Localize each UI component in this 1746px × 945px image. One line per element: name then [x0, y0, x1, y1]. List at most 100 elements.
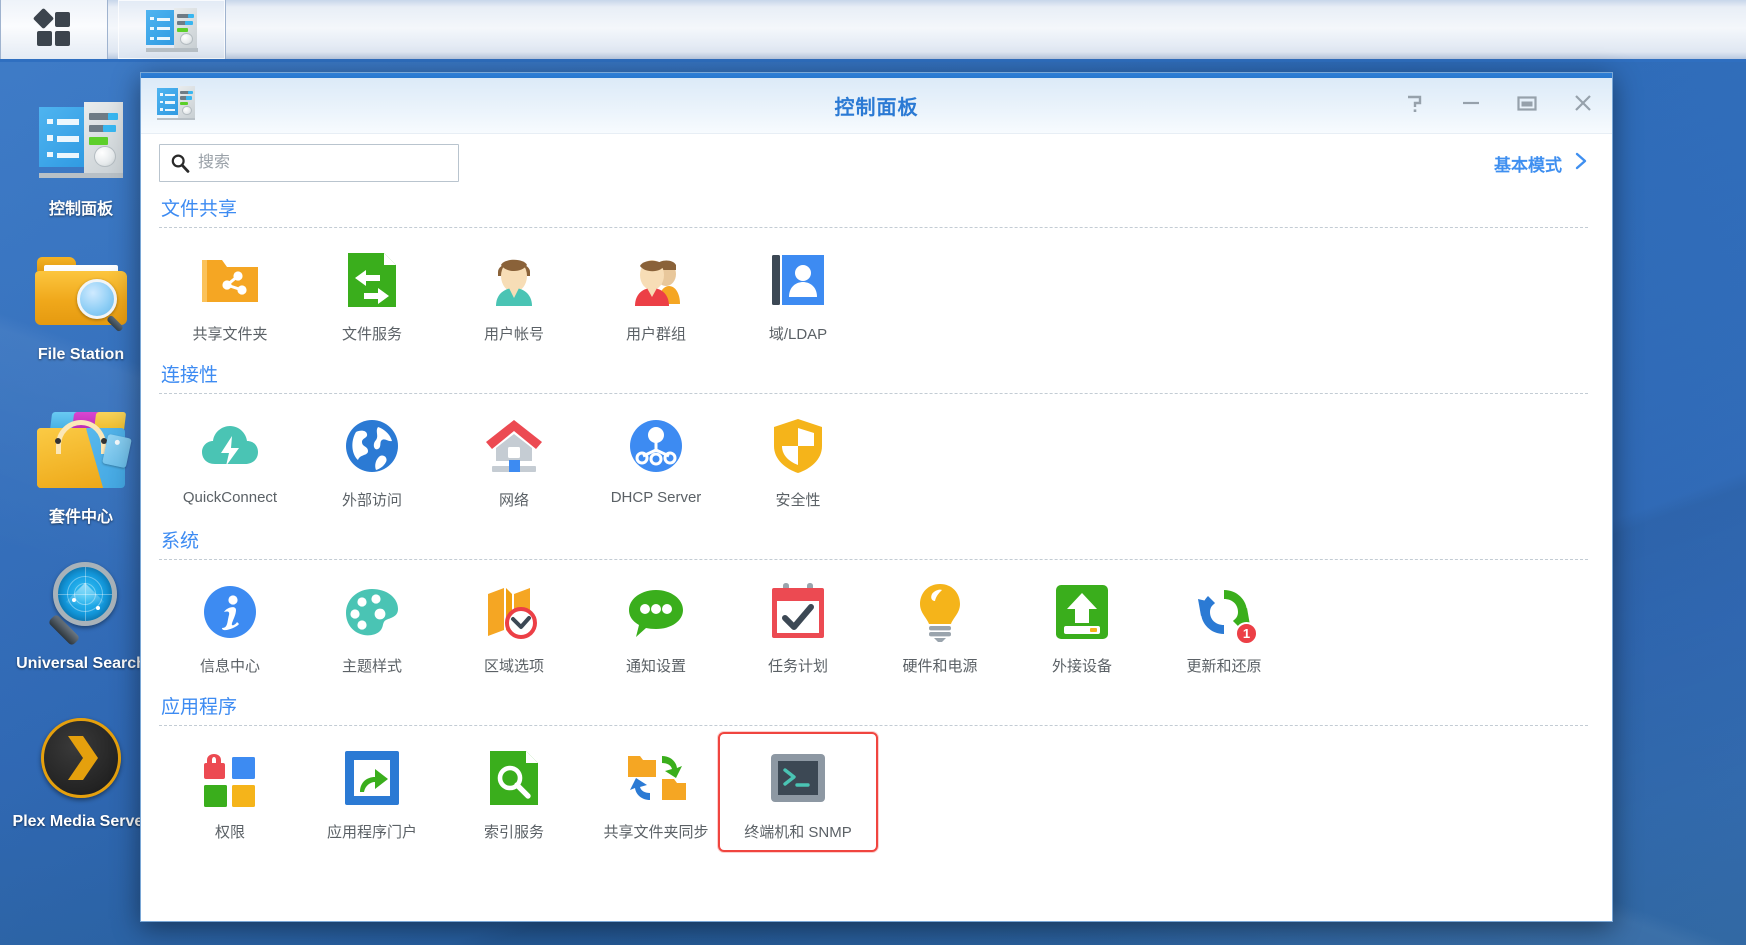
page-title: 控制面板	[834, 97, 919, 119]
section-divider	[159, 393, 1588, 394]
plex-icon	[33, 710, 129, 806]
update-restore-icon: 1	[1192, 580, 1258, 645]
window-controls	[1400, 88, 1598, 118]
tile-privileges[interactable]: 权限	[159, 732, 301, 852]
desktop-shortcut-label: File Station	[37, 346, 125, 363]
section-system: 系统 信息中心 主题样式 区域选项 通知设置 任务计划 硬件和电源 外接设备 1…	[159, 520, 1588, 686]
indexing-service-icon	[482, 746, 546, 810]
theme-icon	[340, 580, 404, 644]
tile-label: 信息中心	[199, 658, 260, 675]
tile-dhcp-server[interactable]: DHCP Server	[585, 400, 727, 520]
taskbar-item-control-panel[interactable]	[118, 0, 226, 59]
section-title: 应用程序	[161, 697, 238, 718]
tile-theme[interactable]: 主题样式	[301, 566, 443, 686]
security-icon	[766, 414, 830, 478]
info-center-icon	[198, 580, 262, 644]
tile-label: 域/LDAP	[768, 326, 828, 343]
tile-file-services[interactable]: 文件服务	[301, 234, 443, 354]
tile-user-group[interactable]: 用户群组	[585, 234, 727, 354]
update-badge: 1	[1235, 622, 1258, 645]
desktop-background: 控制面板 File Station 套件中心 Universal Search …	[0, 0, 1746, 945]
notification-icon	[624, 580, 688, 644]
tile-label: 用户群组	[625, 326, 686, 343]
user-account-icon	[482, 248, 546, 312]
hardware-power-icon	[908, 580, 972, 644]
file-station-icon	[33, 243, 129, 339]
privileges-icon	[198, 746, 262, 810]
section-divider	[159, 559, 1588, 560]
search-box[interactable]	[159, 144, 459, 182]
tile-label: 索引服务	[483, 824, 544, 841]
toolbar: 基本模式	[141, 134, 1612, 188]
regional-options-icon	[482, 580, 546, 644]
tile-indexing-service[interactable]: 索引服务	[443, 732, 585, 852]
package-center-icon	[33, 400, 132, 496]
tile-domain-ldap[interactable]: 域/LDAP	[727, 234, 869, 354]
tile-external-devices[interactable]: 外接设备	[1011, 566, 1153, 686]
help-button[interactable]	[1400, 88, 1430, 118]
tile-label: 共享文件夹同步	[603, 824, 709, 841]
user-group-icon	[624, 248, 688, 312]
desktop-shortcut-universal-search[interactable]: Universal Search	[6, 552, 156, 673]
quickconnect-icon	[198, 414, 262, 478]
tile-label: 任务计划	[767, 658, 828, 675]
shared-folder-sync-icon	[624, 746, 688, 810]
tile-security[interactable]: 安全性	[727, 400, 869, 520]
network-icon	[482, 414, 546, 478]
desktop-shortcut-label: Plex Media Server	[12, 813, 150, 830]
tile-label: 更新和还原	[1186, 658, 1262, 675]
control-panel-window: 控制面板 搜索 基本模式 文件共享 共享文件夹 文件服务 用户帐号 用户群组 域…	[140, 72, 1613, 922]
tile-row: QuickConnect 外部访问 网络 DHCP Server 安全性	[159, 400, 1588, 520]
grid-icon	[32, 7, 74, 50]
desktop-shortcut-plex[interactable]: Plex Media Server	[6, 710, 156, 831]
tile-terminal-snmp[interactable]: 终端机和 SNMP	[718, 732, 878, 852]
tile-quickconnect[interactable]: QuickConnect	[159, 400, 301, 520]
tile-external-access[interactable]: 外部访问	[301, 400, 443, 520]
tile-shared-folder-sync[interactable]: 共享文件夹同步	[585, 732, 727, 852]
control-panel-icon	[33, 92, 129, 188]
tile-label: 共享文件夹	[192, 326, 268, 343]
universal-search-icon	[33, 552, 129, 648]
section-title: 连接性	[161, 365, 219, 386]
domain-ldap-icon	[766, 248, 830, 312]
chevron-right-icon	[1574, 151, 1588, 176]
desktop-shortcut-label: 控制面板	[48, 201, 113, 218]
tile-label: 通知设置	[625, 658, 686, 675]
tile-label: 主题样式	[341, 658, 402, 675]
section-title: 系统	[161, 531, 200, 552]
tile-shared-folder[interactable]: 共享文件夹	[159, 234, 301, 354]
tile-label: 应用程序门户	[326, 824, 417, 841]
section-connectivity: 连接性 QuickConnect 外部访问 网络 DHCP Server 安全性	[159, 354, 1588, 520]
tile-notification[interactable]: 通知设置	[585, 566, 727, 686]
external-access-icon	[340, 414, 404, 478]
task-scheduler-icon	[766, 580, 830, 644]
tile-update-restore[interactable]: 1 更新和还原	[1153, 566, 1295, 686]
desktop-shortcut-file-station[interactable]: File Station	[6, 243, 156, 364]
taskbar-spacer	[108, 0, 118, 59]
tile-application-portal[interactable]: 应用程序门户	[301, 732, 443, 852]
search-input[interactable]	[198, 145, 448, 181]
tile-label: 外部访问	[341, 492, 402, 509]
section-file-sharing: 文件共享 共享文件夹 文件服务 用户帐号 用户群组 域/LDAP	[159, 188, 1588, 354]
tile-user-account[interactable]: 用户帐号	[443, 234, 585, 354]
desktop-shortcut-package-center[interactable]: 套件中心	[6, 400, 156, 527]
tile-label: 安全性	[775, 492, 821, 509]
desktop-shortcut-control-panel[interactable]: 控制面板	[6, 92, 156, 219]
section-divider	[159, 227, 1588, 228]
main-menu-button[interactable]	[0, 0, 108, 59]
tile-hardware-power[interactable]: 硬件和电源	[869, 566, 1011, 686]
close-button[interactable]	[1568, 88, 1598, 118]
maximize-button[interactable]	[1512, 88, 1542, 118]
tile-label: DHCP Server	[610, 489, 702, 506]
tile-row: 权限 应用程序门户 索引服务 共享文件夹同步 终端机和 SNMP	[159, 732, 1588, 852]
tile-task-scheduler[interactable]: 任务计划	[727, 566, 869, 686]
tile-label: QuickConnect	[182, 489, 278, 506]
tile-row: 共享文件夹 文件服务 用户帐号 用户群组 域/LDAP	[159, 234, 1588, 354]
mode-toggle-button[interactable]: 基本模式	[1494, 151, 1588, 176]
tile-network[interactable]: 网络	[443, 400, 585, 520]
tile-regional-options[interactable]: 区域选项	[443, 566, 585, 686]
tile-info-center[interactable]: 信息中心	[159, 566, 301, 686]
minimize-button[interactable]	[1456, 88, 1486, 118]
external-devices-icon	[1050, 580, 1114, 644]
terminal-snmp-icon	[766, 746, 830, 810]
